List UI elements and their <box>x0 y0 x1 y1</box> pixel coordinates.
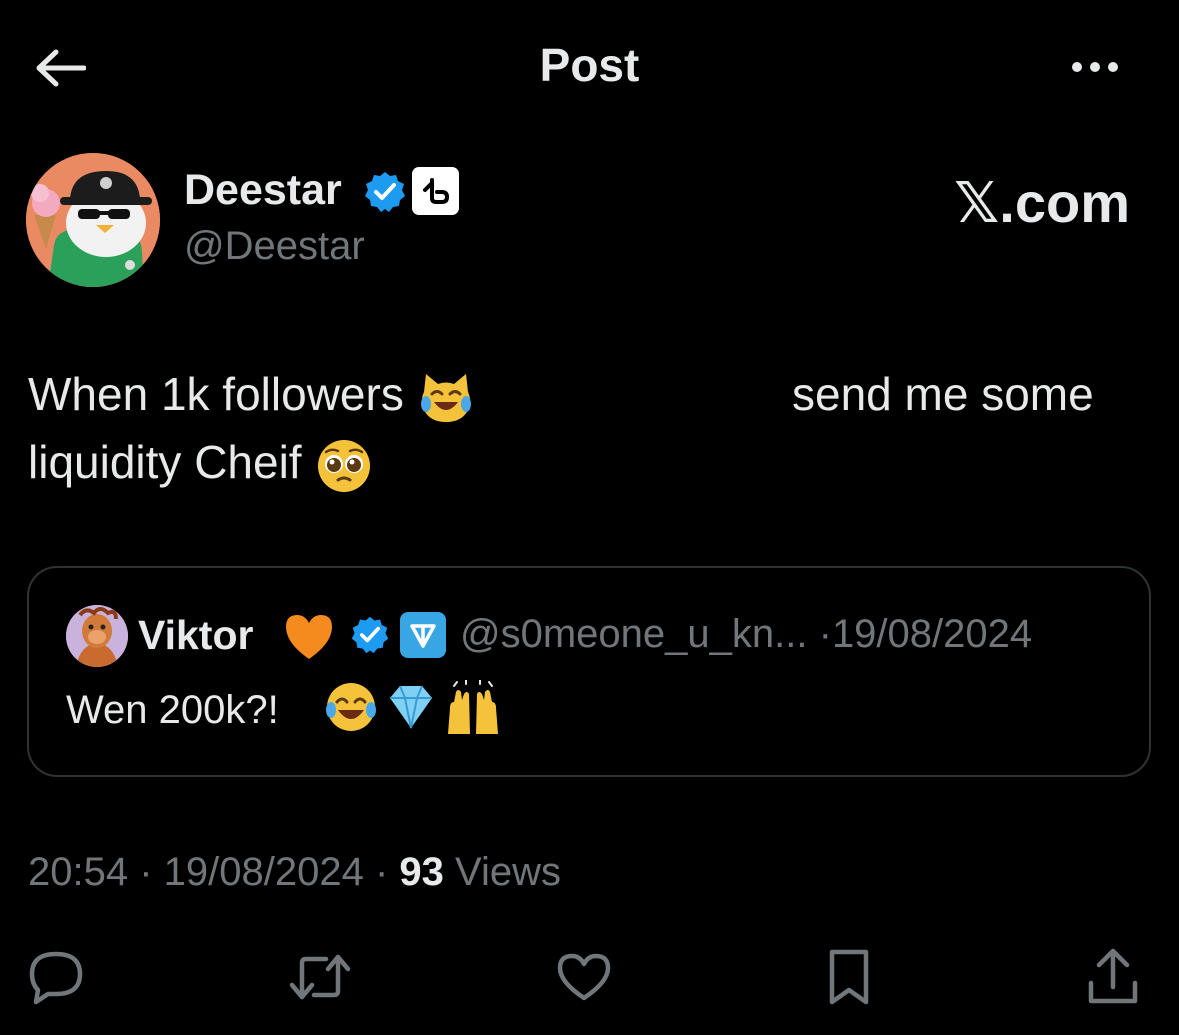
separator-dot: · <box>818 612 832 656</box>
cat-tears-of-joy-emoji <box>418 372 474 424</box>
arrow-left-icon <box>36 49 86 87</box>
pleading-face-emoji <box>316 438 372 494</box>
quoted-post-text: Wen 200k?! <box>66 688 279 732</box>
reply-button[interactable] <box>24 945 88 1009</box>
penguin-avatar-image <box>26 153 160 287</box>
post-date: 19/08/2024 <box>163 850 364 894</box>
quoted-post-meta: @s0meone_u_kn... ·19/08/2024 <box>460 612 1032 657</box>
bookmark-button[interactable] <box>817 945 881 1009</box>
like-button[interactable] <box>552 945 616 1009</box>
views-label[interactable]: Views <box>444 850 561 894</box>
separator-dot: · <box>363 850 400 894</box>
views-count[interactable]: 93 <box>399 850 444 894</box>
post-time: 20:54 <box>28 850 129 894</box>
repost-button[interactable] <box>288 945 352 1009</box>
tweet-text-part: When 1k followers <box>28 368 404 420</box>
more-dot <box>1108 62 1118 72</box>
separator-dot: · <box>128 850 164 894</box>
affiliate-badge-icon[interactable] <box>412 167 459 215</box>
reply-icon <box>29 951 83 1005</box>
quoted-post-date: 19/08/2024 <box>831 612 1033 656</box>
ape-avatar-image <box>66 605 128 667</box>
author-avatar[interactable] <box>26 153 160 287</box>
share-button[interactable] <box>1081 945 1145 1009</box>
more-options-button[interactable] <box>1062 44 1128 90</box>
post-timestamp-line: 20:54 · 19/08/2024 · 93 Views <box>28 850 561 895</box>
heart-icon <box>557 953 611 1001</box>
orange-heart-emoji <box>282 611 336 663</box>
bookmark-icon <box>829 949 869 1005</box>
quoted-post-emojis <box>324 680 502 738</box>
tweet-text-line1: When 1k followers <box>28 366 474 424</box>
tweet-text-line2: liquidity Cheif <box>28 434 372 494</box>
share-icon <box>1088 948 1138 1004</box>
page-title: Post <box>539 39 640 91</box>
quoted-verified-badge-icon <box>350 615 390 655</box>
verified-badge-icon <box>363 170 407 214</box>
tweet-text-line1-right: send me some <box>792 368 1094 420</box>
quoted-post-card[interactable] <box>27 566 1151 777</box>
more-horizontal-icon <box>1072 62 1082 72</box>
repost-icon <box>289 954 351 1000</box>
more-dot <box>1090 62 1100 72</box>
ton-badge-icon <box>400 612 446 658</box>
tweet-text-part: liquidity Cheif <box>28 436 302 488</box>
quoted-author-handle: @s0meone_u_kn... <box>460 612 808 656</box>
author-name[interactable]: Deestar <box>184 166 342 215</box>
author-handle[interactable]: @Deestar <box>184 224 365 269</box>
x-com-watermark: 𝕏.com <box>954 171 1130 234</box>
tears-of-joy-emoji <box>326 683 376 731</box>
gem-emoji <box>390 685 432 729</box>
raising-hands-emoji <box>448 680 498 734</box>
quoted-author-avatar[interactable] <box>66 605 128 667</box>
quoted-author-name[interactable]: Viktor <box>138 612 253 659</box>
back-button[interactable] <box>30 40 90 96</box>
